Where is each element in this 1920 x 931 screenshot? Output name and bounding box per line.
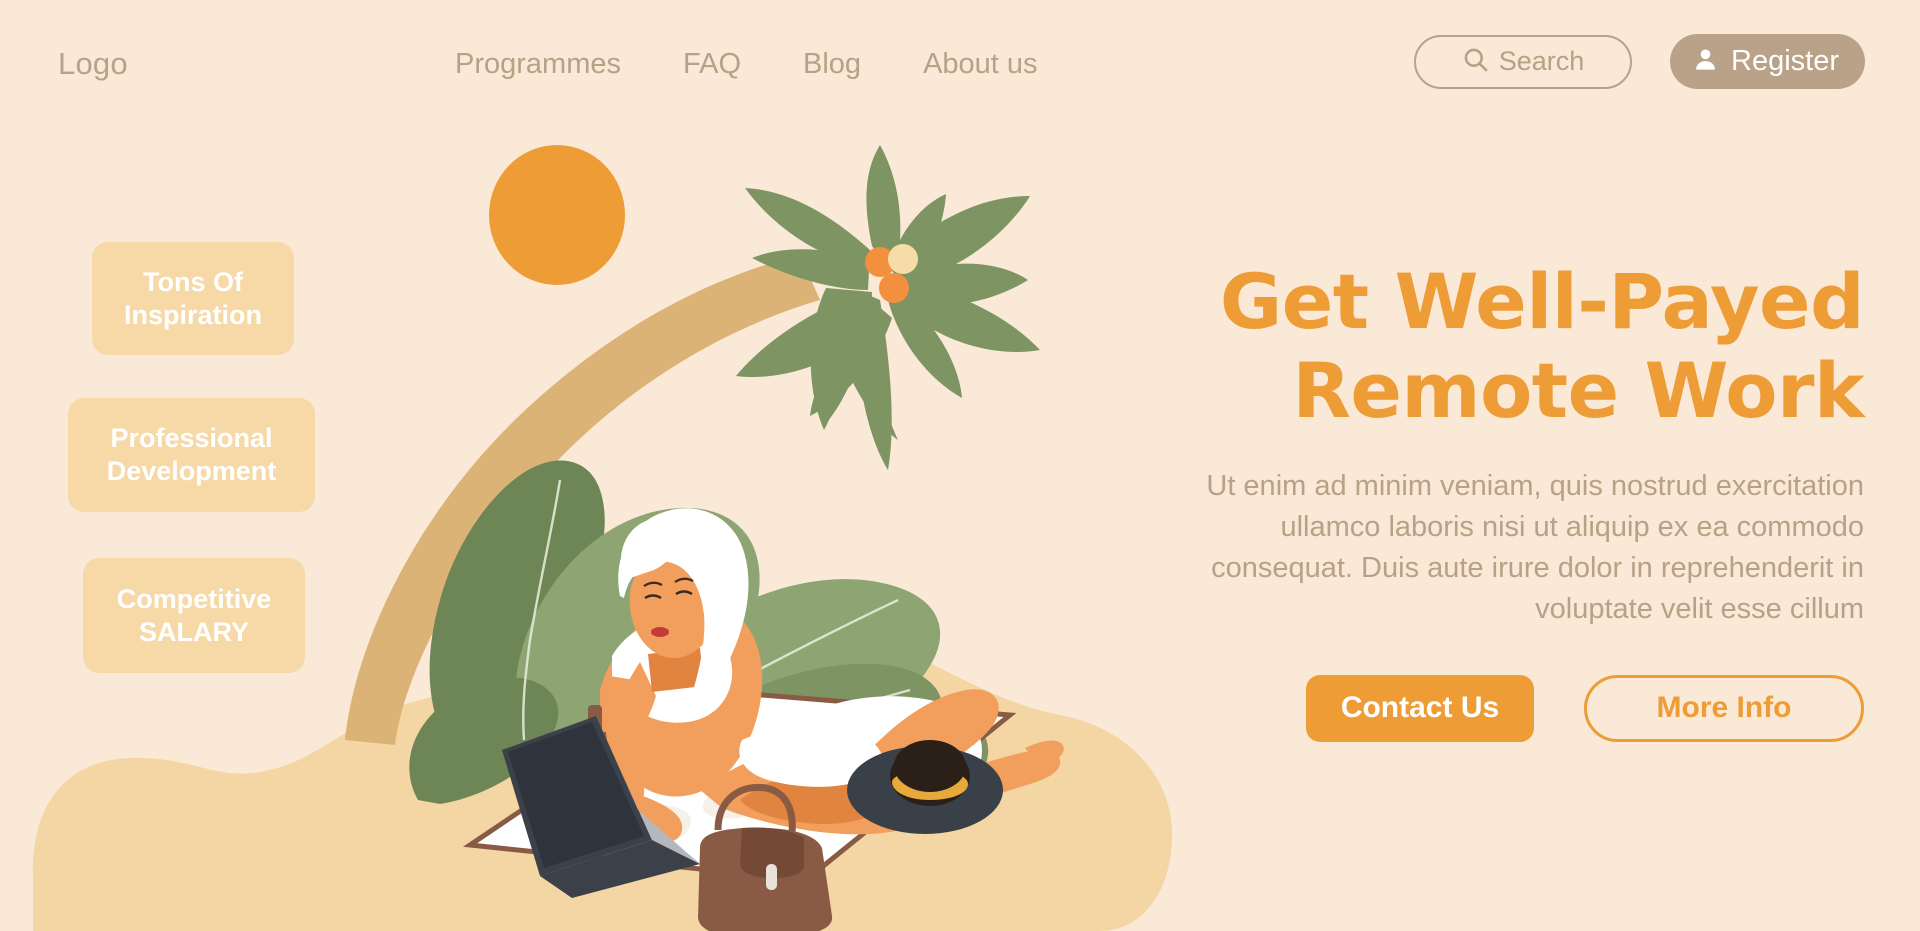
palm-trunk	[345, 255, 820, 745]
foliage	[409, 460, 989, 808]
nav-item-about-us[interactable]: About us	[923, 48, 1037, 81]
header-actions: Search Register	[1414, 34, 1865, 89]
headline-line-2: Remote Work	[1292, 345, 1864, 435]
badge-professional-development[interactable]: Professional Development	[68, 398, 315, 512]
search-icon	[1462, 46, 1489, 78]
pillow	[771, 696, 982, 819]
beach-towel	[462, 687, 1017, 883]
register-label: Register	[1731, 45, 1839, 77]
logo[interactable]: Logo	[58, 46, 128, 82]
more-info-button[interactable]: More Info	[1584, 674, 1864, 742]
nav-item-blog[interactable]: Blog	[803, 48, 861, 81]
landing-hero-page: Logo Programmes FAQ Blog About us Search	[0, 0, 1920, 931]
hero-copy: Get Well-Payed Remote Work Ut enim ad mi…	[1134, 257, 1865, 742]
user-icon	[1692, 46, 1719, 78]
sun-hat	[847, 740, 1003, 834]
woman-figure	[589, 508, 1064, 843]
hero-paragraph: Ut enim ad minim veniam, quis nostrud ex…	[1206, 469, 1864, 626]
nav-item-programmes[interactable]: Programmes	[455, 48, 621, 81]
nav-item-faq[interactable]: FAQ	[683, 48, 741, 81]
search-label: Search	[1498, 46, 1585, 76]
laptop	[502, 716, 700, 898]
register-button[interactable]: Register	[1670, 34, 1865, 89]
search-input[interactable]: Search	[1414, 34, 1632, 89]
badge-competitive-salary[interactable]: Competitive SALARY	[83, 558, 305, 673]
handbag	[698, 783, 833, 931]
cta-row: Contact Us More Info	[1134, 674, 1864, 742]
contact-us-button[interactable]: Contact Us	[1306, 674, 1534, 742]
headline-line-1: Get Well-Payed	[1219, 257, 1865, 346]
page-title: Get Well-Payed Remote Work	[1134, 257, 1865, 436]
palm-fronds	[736, 145, 1040, 470]
coconuts	[865, 244, 918, 303]
main-nav: Programmes FAQ Blog About us	[455, 48, 1038, 81]
sun-icon	[489, 145, 625, 285]
bottle	[572, 705, 618, 832]
badge-tons-of-inspiration[interactable]: Tons Of Inspiration	[92, 242, 294, 355]
site-header: Logo Programmes FAQ Blog About us Search	[0, 0, 1920, 118]
